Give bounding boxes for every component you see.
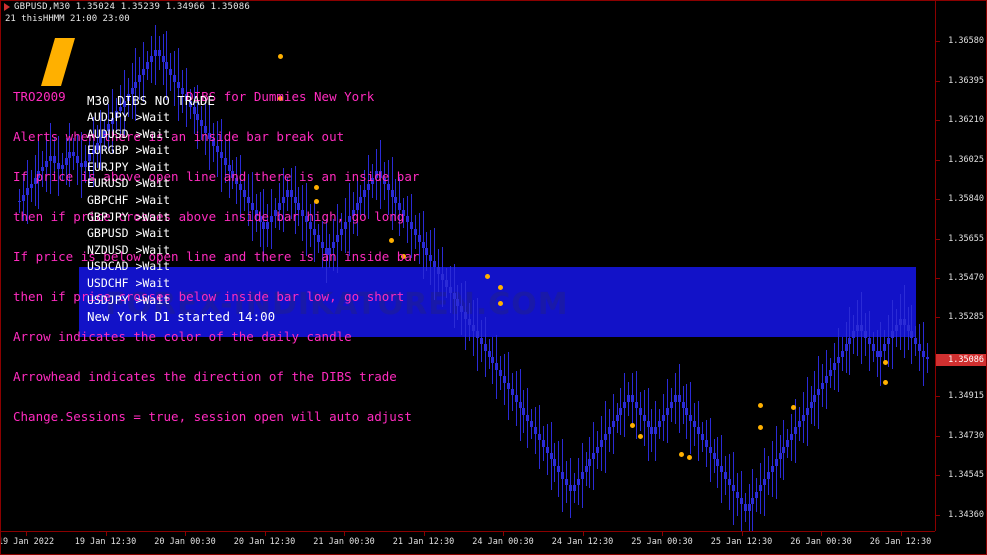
- price-axis-tick-label: 1.36025: [948, 154, 984, 165]
- price-axis-tick-label: 1.35470: [948, 273, 984, 283]
- signal-dot: [498, 301, 503, 306]
- panel-header: M30 DIBS NO TRADE: [87, 93, 215, 108]
- signal-dot: [630, 423, 635, 428]
- time-axis-tick-label: 24 Jan 12:30: [551, 537, 614, 547]
- signal-dot: [278, 54, 283, 59]
- time-axis-tick-label: 26 Jan 00:30: [790, 537, 852, 547]
- signal-dot: [638, 434, 643, 439]
- time-axis-tick-label: 24 Jan 00:30: [472, 537, 534, 547]
- price-axis[interactable]: 1.36580 1.36395 1.36210 1.36025 1.35840 1.356…: [935, 1, 986, 531]
- time-axis-tick-label: 21 Jan 00:30: [313, 537, 375, 547]
- price-axis-tick-label: 1.35655: [948, 233, 984, 244]
- window-title: GBPUSD,M30 1.35024 1.35239 1.34966 1.350…: [14, 2, 250, 12]
- indicator-description-text: TRO2009 DIBS for Dummies New York Alerts…: [13, 89, 420, 424]
- chart-plot-area[interactable]: FOREX-INDIKATOREN.COM TRO2009 DIBS for D…: [1, 25, 935, 531]
- signal-dot: [791, 405, 796, 410]
- price-axis-tick-label: 1.36395: [948, 75, 984, 86]
- signal-dot: [498, 285, 503, 290]
- price-axis-tick-label: 1.34915: [948, 391, 984, 402]
- price-axis-tick-label: 1.34360: [948, 509, 984, 520]
- price-axis-tick-label: 1.35285: [948, 312, 984, 323]
- time-axis-tick-label: 20 Jan 12:30: [233, 537, 296, 547]
- panel-footer: New York D1 started 14:00: [87, 309, 276, 324]
- signal-dot: [679, 452, 684, 457]
- signal-dot: [758, 425, 763, 430]
- window-titlebar: GBPUSD,M30 1.35024 1.35239 1.34966 1.350…: [1, 1, 986, 13]
- price-axis-tick-label: 1.36210: [948, 115, 984, 125]
- signal-dot: [687, 455, 692, 460]
- chart-window: GBPUSD,M30 1.35024 1.35239 1.34966 1.350…: [0, 0, 987, 555]
- time-axis-tick-label: 25 Jan 00:30: [631, 537, 693, 547]
- current-price-tag: 1.35086: [936, 353, 986, 366]
- time-axis-tick-label: 21 Jan 12:30: [392, 537, 455, 547]
- time-axis-tick-label: 19 Jan 2022: [0, 537, 55, 547]
- symbol-status-panel[interactable]: AUDJPY >Wait AUDUSD >Wait EURGBP >Wait E…: [87, 109, 170, 308]
- signal-dot: [883, 360, 888, 365]
- price-axis-tick-label: 1.35840: [948, 194, 984, 204]
- time-axis-tick-label: 20 Jan 00:30: [154, 537, 216, 547]
- triangle-red-icon: [4, 3, 10, 11]
- signal-dot: [485, 274, 490, 279]
- price-axis-tick-label: 1.34730: [948, 430, 984, 441]
- price-axis-tick-label: 1.36580: [948, 36, 984, 46]
- window-subtitle: 21 thisHHMM 21:00 23:00: [5, 14, 130, 24]
- time-axis-tick-label: 26 Jan 12:30: [869, 537, 932, 547]
- time-axis[interactable]: 19 Jan 2022 19 Jan 12:30 20 Jan 00:30 20 Ja…: [0, 531, 935, 554]
- time-axis-tick-label: 25 Jan 12:30: [710, 537, 773, 547]
- price-axis-tick-label: 1.34545: [948, 470, 984, 481]
- signal-dot: [883, 380, 888, 385]
- signal-dot: [758, 403, 763, 408]
- time-axis-tick-label: 19 Jan 12:30: [74, 537, 137, 547]
